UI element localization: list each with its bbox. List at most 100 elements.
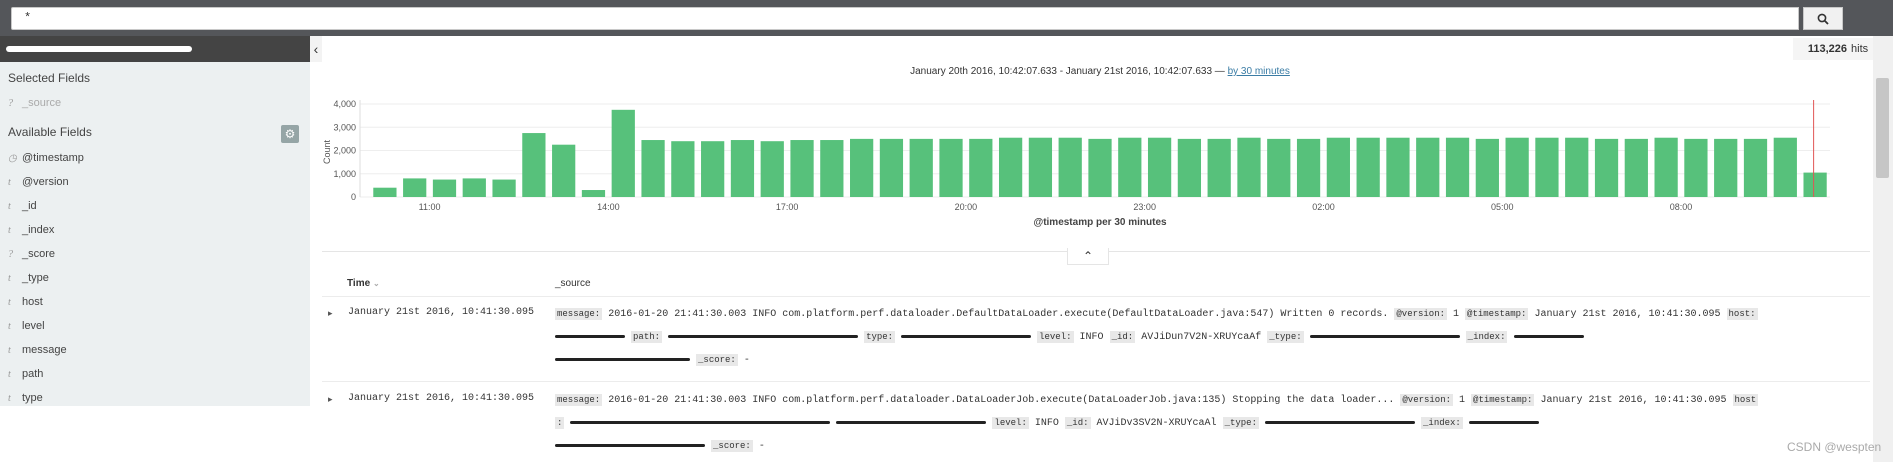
gear-icon[interactable]: ⚙ [281, 125, 299, 143]
redaction-mark [668, 334, 859, 338]
table-row-source-line: message: 2016-01-20 21:41:30.003 INFO co… [555, 394, 1759, 406]
chart-collapse-button[interactable]: ⌃ [1067, 248, 1109, 265]
field-label: @timestamp: [1471, 394, 1535, 406]
histogram-bar [1147, 137, 1172, 197]
interval-link[interactable]: by 30 minutes [1228, 66, 1290, 77]
x-axis-label: @timestamp per 30 minutes [1033, 217, 1167, 228]
field-item-index[interactable]: t _index [8, 224, 54, 236]
table-row-time: January 21st 2016, 10:41:30.095 [348, 393, 535, 404]
source-column-header: _source [555, 278, 591, 289]
field-label: message: [555, 308, 603, 320]
hits-count: 113,226 [1807, 43, 1848, 55]
field-label: host [1732, 394, 1759, 406]
field-label: _index: [1421, 417, 1463, 429]
x-tick-label: 11:00 [419, 202, 441, 212]
field-item-message[interactable]: t message [8, 344, 67, 356]
table-row-source-line: path: type: level: INFO _id: AVJiDun7V2N… [555, 331, 1584, 343]
histogram-bar [850, 138, 874, 197]
histogram-bar [403, 178, 427, 197]
hits-counter: 113,226 hits [1793, 38, 1883, 60]
redaction-mark [1309, 334, 1460, 338]
histogram-bar [373, 187, 397, 197]
level-value: INFO [1034, 418, 1059, 429]
y-tick-label: 3,000 [333, 122, 356, 132]
field-item-level[interactable]: t level [8, 320, 45, 332]
string-type-icon: t [8, 296, 11, 308]
selected-field-source[interactable]: ? _source [8, 97, 61, 109]
histogram-bar [1594, 138, 1619, 197]
sort-down-icon: ⌄ [372, 279, 380, 288]
field-item-timestamp[interactable]: ◷ @timestamp [8, 152, 84, 164]
table-row-time: January 21st 2016, 10:41:30.095 [348, 307, 535, 318]
histogram-bar [1267, 138, 1291, 197]
unknown-type-icon: ? [8, 248, 13, 260]
field-label: _score: [696, 354, 738, 366]
redaction-mark [1513, 334, 1584, 338]
y-tick-label: 4,000 [333, 99, 356, 109]
histogram-bar [1177, 138, 1202, 197]
search-input[interactable]: * [11, 7, 1799, 30]
time-header-label: Time [347, 278, 371, 289]
time-range-text: January 20th 2016, 10:42:07.633 - Januar… [910, 66, 1225, 77]
chevron-up-icon: ⌃ [1082, 249, 1094, 263]
field-label: _id: [1064, 417, 1091, 429]
y-axis-label: Count [322, 140, 332, 165]
field-label: @version: [1400, 394, 1453, 406]
field-item-score[interactable]: ? _score [8, 248, 55, 260]
chevron-left-icon: ‹ [313, 41, 319, 57]
sidebar-collapse-button[interactable]: ‹ [310, 36, 322, 62]
expand-row-icon[interactable]: ▸ [328, 394, 333, 405]
field-name: path [22, 368, 44, 380]
id-value: AVJiDv3SV2N-XRUYcaAl [1096, 418, 1217, 429]
version-value: 1 [1453, 309, 1460, 320]
available-fields-title: Available Fields [8, 125, 92, 139]
string-type-icon: t [8, 392, 11, 404]
histogram-bar [1356, 137, 1380, 197]
histogram-bar [432, 179, 457, 197]
histogram-bar [1624, 138, 1648, 197]
histogram-bar [462, 178, 486, 197]
y-tick-label: 2,000 [333, 146, 356, 156]
histogram-bar [1028, 137, 1053, 197]
string-type-icon: t [8, 344, 11, 356]
search-button[interactable] [1803, 7, 1843, 30]
field-name: host [22, 296, 43, 308]
expand-row-icon[interactable]: ▸ [328, 308, 333, 319]
x-tick-label: 14:00 [597, 202, 620, 212]
string-type-icon: t [8, 224, 11, 236]
histogram-bar [1505, 137, 1529, 197]
histogram-bar [641, 140, 665, 197]
field-item-version[interactable]: t @version [8, 176, 69, 188]
field-label: _score: [711, 440, 753, 452]
histogram-chart[interactable]: 0 1,000 2,000 3,000 4,000 Count 11:00 14:00 17:0… [320, 92, 1860, 242]
field-label: @version: [1394, 308, 1447, 320]
histogram-bar [1416, 137, 1440, 197]
field-item-path[interactable]: t path [8, 368, 43, 380]
time-range: January 20th 2016, 10:42:07.633 - Januar… [700, 66, 1500, 77]
field-item-type[interactable]: t type [8, 392, 43, 404]
index-pattern-header[interactable] [0, 36, 310, 62]
redaction-mark [555, 334, 625, 338]
table-row-source-line: _score: - [555, 440, 765, 452]
redaction-mark [555, 357, 690, 361]
field-item-id[interactable]: t _id [8, 200, 37, 212]
histogram-bar [969, 138, 993, 197]
row-divider [322, 381, 1870, 382]
histogram-bar [701, 141, 725, 197]
scrollbar-thumb[interactable] [1876, 78, 1889, 178]
field-name: _index [22, 224, 55, 236]
time-column-header[interactable]: Time ⌄ [347, 278, 380, 289]
field-name: _source [22, 97, 62, 109]
histogram-bar [1237, 137, 1261, 197]
histogram-bar [1654, 137, 1678, 197]
field-label: level: [1037, 331, 1074, 343]
field-item-type-meta[interactable]: t _type [8, 272, 49, 284]
histogram-bar [522, 133, 546, 197]
redaction-mark [6, 46, 192, 52]
field-name: message [22, 344, 67, 356]
histogram-bar [1445, 137, 1470, 197]
string-type-icon: t [8, 200, 11, 212]
x-tick-label: 08:00 [1670, 202, 1693, 212]
field-item-host[interactable]: t host [8, 296, 43, 308]
redaction-mark [1468, 420, 1539, 424]
